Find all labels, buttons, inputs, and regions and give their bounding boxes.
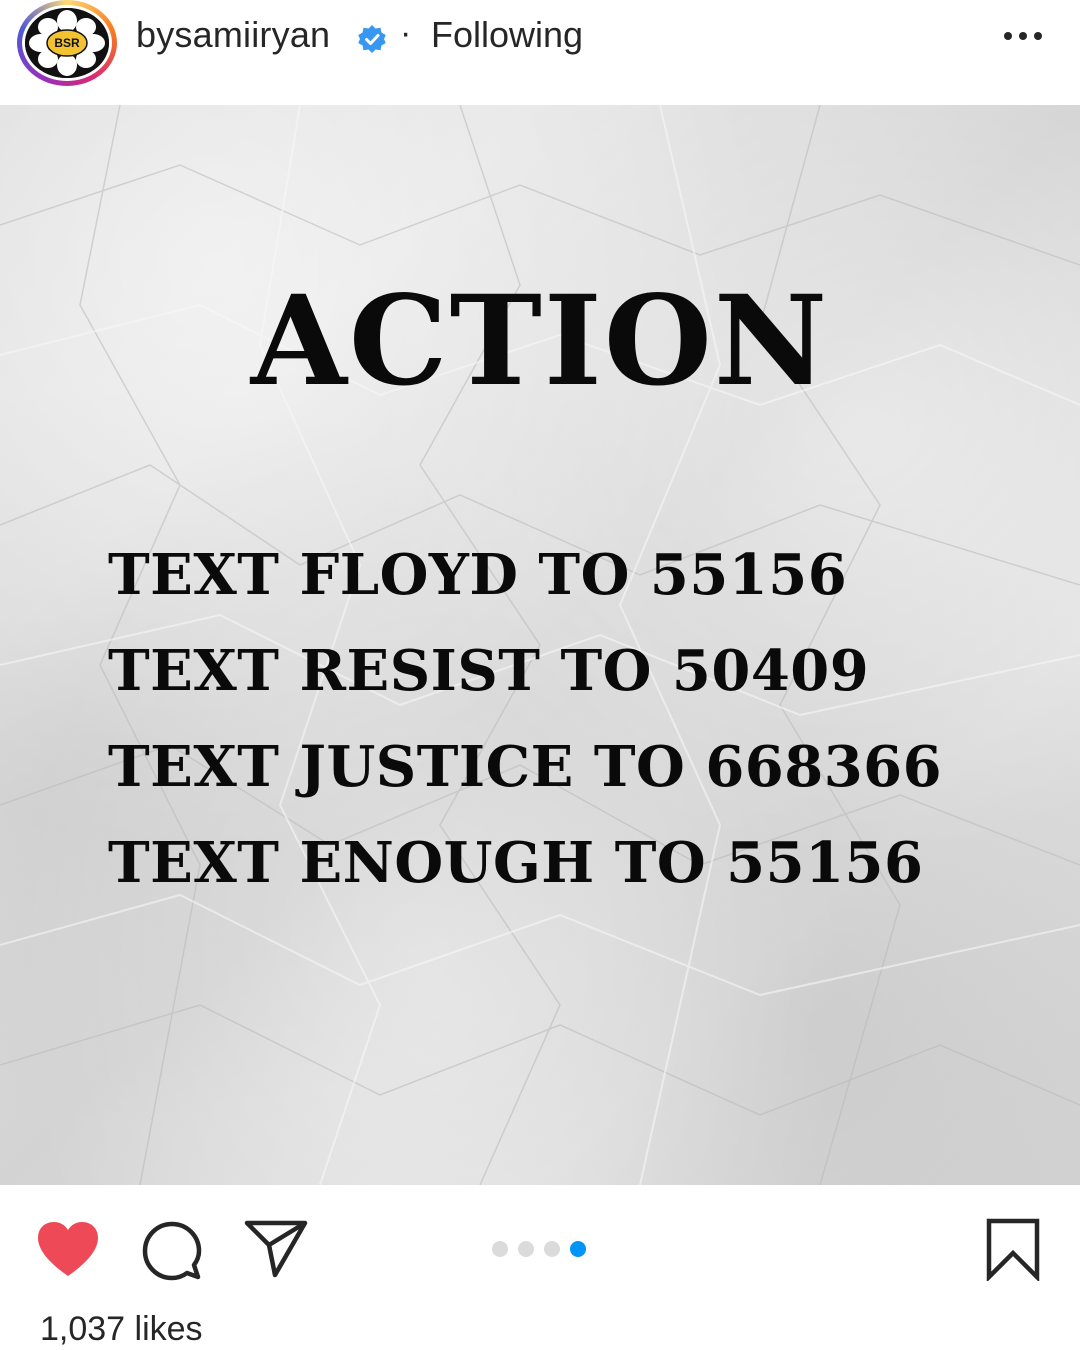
- verified-badge-icon: [358, 25, 386, 53]
- avatar[interactable]: BSR: [17, 0, 117, 86]
- following-button[interactable]: Following: [431, 14, 583, 56]
- carousel-indicator: [492, 1241, 586, 1257]
- post-text-lines: TEXT FLOYD TO 55156 TEXT RESIST TO 50409…: [108, 527, 1068, 911]
- carousel-dot: [544, 1241, 560, 1257]
- heart-icon[interactable]: [34, 1218, 102, 1280]
- separator-dot: ·: [400, 14, 412, 52]
- post-image[interactable]: ACTION TEXT FLOYD TO 55156 TEXT RESIST T…: [0, 105, 1080, 1185]
- post-header: BSR bysamiiryan · Following: [0, 0, 1080, 105]
- post-line-resist: TEXT RESIST TO 50409: [108, 638, 870, 704]
- share-icon[interactable]: [243, 1217, 309, 1279]
- more-horizontal-icon[interactable]: [1000, 26, 1046, 46]
- post-line-justice: TEXT JUSTICE TO 668366: [108, 734, 943, 800]
- likes-count[interactable]: 1,037 likes: [40, 1310, 203, 1349]
- post-line-enough: TEXT ENOUGH TO 55156: [108, 830, 924, 896]
- post-line-floyd: TEXT FLOYD TO 55156: [108, 542, 848, 608]
- carousel-dot-active: [570, 1241, 586, 1257]
- comment-icon[interactable]: [141, 1220, 203, 1282]
- flower-logo-icon: BSR: [25, 8, 109, 78]
- post-title: ACTION: [250, 269, 830, 414]
- post-action-bar: [0, 1185, 1080, 1305]
- avatar-border: BSR: [22, 5, 112, 81]
- carousel-dot: [492, 1241, 508, 1257]
- svg-text:BSR: BSR: [54, 36, 80, 50]
- bookmark-icon[interactable]: [985, 1217, 1041, 1281]
- username[interactable]: bysamiiryan: [136, 14, 330, 56]
- avatar-image: BSR: [25, 8, 109, 78]
- carousel-dot: [518, 1241, 534, 1257]
